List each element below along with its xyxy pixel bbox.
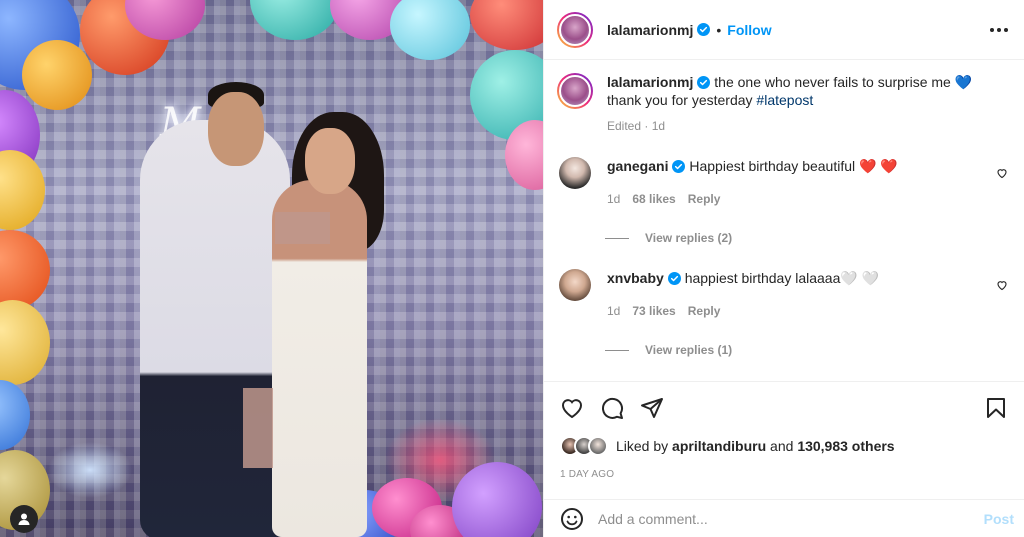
post-header: lalamarionmj • Follow xyxy=(544,0,1024,60)
post-time[interactable]: 1 day ago xyxy=(560,469,1008,480)
comment-likes[interactable]: 68 likes xyxy=(632,192,675,206)
face xyxy=(208,92,264,166)
avatar[interactable] xyxy=(557,73,593,109)
comment-icon[interactable] xyxy=(600,396,624,420)
reply-button[interactable]: Reply xyxy=(688,192,721,206)
avatar[interactable] xyxy=(559,157,591,189)
comment-text: happiest birthday lalaaaa🤍 🤍 xyxy=(680,270,880,286)
others-count[interactable]: 130,983 others xyxy=(797,438,894,454)
likes-summary: Liked by apriltandiburu and 130,983 othe… xyxy=(560,434,1008,458)
caption-text: lalamarionmj the one who never fails to … xyxy=(607,73,1008,109)
view-replies-button[interactable]: View replies (1) xyxy=(605,343,1008,357)
likes-text: Liked by apriltandiburu and 130,983 othe… xyxy=(616,438,895,454)
view-replies-label: View replies (1) xyxy=(645,343,733,357)
caption-username[interactable]: lalamarionmj xyxy=(607,74,693,90)
comment-username[interactable]: ganegani xyxy=(607,158,668,174)
avatar xyxy=(588,436,608,456)
avatar[interactable] xyxy=(559,269,591,301)
comments-list[interactable]: lalamarionmj the one who never fails to … xyxy=(544,61,1024,381)
heart-icon[interactable] xyxy=(996,279,1008,291)
and-label: and xyxy=(766,438,798,454)
view-replies-button[interactable]: View replies (2) xyxy=(605,231,1008,245)
bookmark-icon[interactable] xyxy=(984,396,1008,420)
verified-icon xyxy=(667,272,681,285)
share-icon[interactable] xyxy=(640,396,664,420)
reply-button[interactable]: Reply xyxy=(688,304,721,318)
balloon xyxy=(0,150,45,230)
hashtag-link[interactable]: #latepost xyxy=(756,92,813,108)
comment-time: 1d xyxy=(607,192,621,206)
comment-item: xnvbaby happiest birthday lalaaaa🤍 🤍 1d 7… xyxy=(557,269,1008,357)
caption-meta: Edited · 1d xyxy=(607,119,666,133)
liked-by-label: Liked by xyxy=(616,438,673,454)
separator-dot: • xyxy=(716,21,722,38)
emoji-icon[interactable] xyxy=(560,507,584,531)
add-comment-bar: Post xyxy=(544,499,1024,537)
comment-input[interactable] xyxy=(598,510,984,527)
comment-item: ganegani Happiest birthday beautiful ❤️ … xyxy=(557,157,1008,245)
balloon xyxy=(470,0,543,50)
balloon xyxy=(250,0,340,40)
balloon xyxy=(452,462,542,537)
caption: lalamarionmj the one who never fails to … xyxy=(557,73,1008,133)
verified-icon xyxy=(697,23,711,36)
post-details-panel: lalamarionmj • Follow lalamarionmj the o… xyxy=(543,0,1024,537)
comment-meta: 1d 68 likes Reply xyxy=(607,192,1008,206)
comment-meta: 1d 73 likes Reply xyxy=(607,304,1008,318)
person-man xyxy=(140,120,290,537)
liker-avatars[interactable] xyxy=(560,436,608,456)
censor-blur xyxy=(243,388,273,468)
balloon xyxy=(0,230,50,310)
comment-text: Happiest birthday beautiful ❤️ ❤️ xyxy=(685,158,898,174)
comment-username[interactable]: xnvbaby xyxy=(607,270,664,286)
user-tag-icon[interactable] xyxy=(10,505,38,533)
post-photo[interactable]: M G xyxy=(0,0,543,537)
verified-icon xyxy=(697,76,711,89)
balloon xyxy=(390,0,470,60)
author-username[interactable]: lalamarionmj xyxy=(607,22,693,38)
face xyxy=(305,128,355,194)
balloon xyxy=(0,380,30,450)
comment-time: 1d xyxy=(607,304,621,318)
action-bar xyxy=(560,382,1008,434)
more-icon[interactable] xyxy=(990,27,1008,32)
verified-icon xyxy=(672,160,686,173)
follow-button[interactable]: Follow xyxy=(727,22,771,38)
comment-likes[interactable]: 73 likes xyxy=(632,304,675,318)
heart-icon[interactable] xyxy=(560,396,584,420)
post-button[interactable]: Post xyxy=(984,511,1014,527)
liker-username[interactable]: apriltandiburu xyxy=(672,438,766,454)
balloon xyxy=(22,40,92,110)
heart-icon[interactable] xyxy=(996,167,1008,179)
avatar[interactable] xyxy=(557,11,593,48)
balloon xyxy=(0,300,50,385)
view-replies-label: View replies (2) xyxy=(645,231,733,245)
actions-area: Liked by apriltandiburu and 130,983 othe… xyxy=(544,381,1024,480)
censor-blur xyxy=(275,212,330,244)
